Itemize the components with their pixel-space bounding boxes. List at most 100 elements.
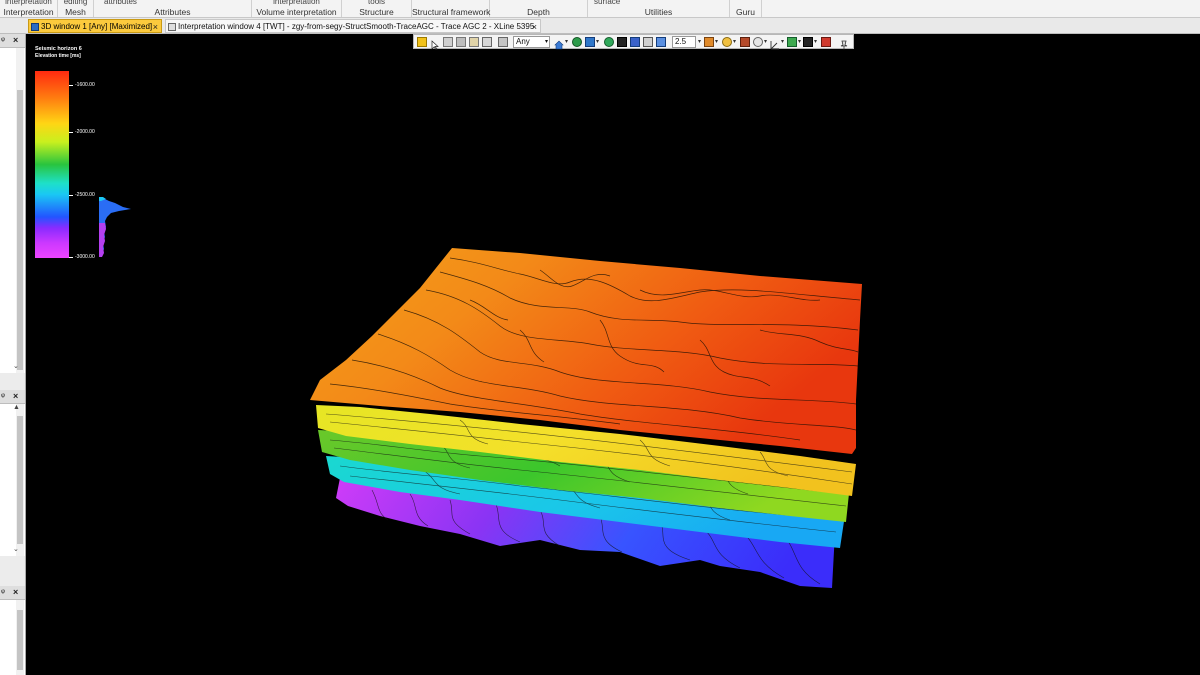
home-view-icon[interactable] [554,37,564,50]
binoculars-icon[interactable] [617,37,627,47]
axis-icon[interactable] [770,37,780,50]
colorbar [35,71,69,258]
view-direction-icon[interactable] [572,37,582,47]
ribbon: interpretation Interpretation editing Me… [0,0,1200,18]
ribbon-group-label: Attributes [154,7,191,17]
panel-2-body: ▲ ⌄ [0,404,25,556]
ribbon-group-label: Guru [736,7,755,17]
ribbon-group-label: Depth [527,7,550,17]
legend-title: Seismic horizon 6 [35,46,82,52]
viewer-toolbar: Any ▾ ▾ ▾ 2.5 ▾ ▾ ▾ ▾ ▾ ▾ ▾ [413,34,854,50]
face-icon[interactable] [722,37,732,47]
player-icon[interactable] [740,37,750,47]
color-icon[interactable] [753,37,763,47]
legend-subtitle: Elevation time [ms] [35,53,81,59]
panel-3-body [0,600,25,675]
legend-tick [69,85,73,86]
close-icon[interactable]: × [13,587,18,597]
legend-tick [69,132,73,133]
tab-label: 3D window 1 [Any] [Maximized] [41,22,153,31]
legend-tick [69,195,73,196]
vertical-exaggeration-input[interactable]: 2.5 [672,36,696,48]
close-icon[interactable]: × [153,20,158,32]
ribbon-group-utilities[interactable]: surface Utilities [588,0,730,17]
color-legend[interactable]: Seismic horizon 6 Elevation time [ms] -1… [33,43,143,268]
chevron-down-icon[interactable]: ▾ [698,38,701,45]
chevron-down-icon: ▾ [544,39,548,45]
chevron-down-icon[interactable]: ▾ [565,38,568,45]
legend-histogram [99,197,131,257]
record-icon[interactable] [821,37,831,47]
target-icon[interactable] [604,37,614,47]
panel-3-scrollbar[interactable] [16,600,24,675]
legend-tick-label: -1600.00 [75,82,95,88]
tab-interpretation-window-4[interactable]: Interpretation window 4 [TWT] - zgy-from… [165,19,541,33]
close-icon[interactable]: × [13,35,18,45]
camera-view-icon[interactable] [630,37,640,47]
scrollbar-thumb[interactable] [17,416,23,544]
ribbon-group-mesh[interactable]: editing Mesh [58,0,94,17]
pin-icon[interactable]: ᵠ [1,35,5,45]
ribbon-group-attributes[interactable]: attributes Attributes [94,0,252,17]
close-icon[interactable]: × [13,391,18,401]
app-window: interpretation Interpretation editing Me… [0,0,1200,675]
ribbon-group-label: Interpretation [3,7,54,17]
tab-3d-window-1[interactable]: 3D window 1 [Any] [Maximized] × [28,19,162,33]
ribbon-group-label: Structural framework [412,7,491,17]
chevron-down-icon[interactable]: ▾ [798,38,801,45]
ribbon-group-depth[interactable]: Depth [490,0,588,17]
chevron-down-icon[interactable]: ▾ [764,38,767,45]
fit-view-icon[interactable] [585,37,595,47]
cube-view-icon[interactable] [643,37,653,47]
ribbon-group-volume-interpretation[interactable]: interpretation Volume interpretation [252,0,342,17]
pointer-icon[interactable] [430,37,440,50]
pick-icon[interactable] [443,37,453,47]
bookmark-icon[interactable] [469,37,479,47]
legend-tick [69,257,73,258]
window-icon[interactable] [787,37,797,47]
horizon-stack-render[interactable] [26,49,1200,675]
ribbon-group-label: Utilities [644,7,673,17]
select-mode-icon[interactable] [417,37,427,47]
panel-1-header: ᵠ × [0,34,25,48]
scrollbar-thumb[interactable] [17,610,23,670]
legend-tick-label: -2000.00 [75,129,95,135]
chevron-up-icon[interactable]: ▲ [13,404,20,411]
ribbon-group-label: Volume interpretation [256,7,337,17]
panel-3-header: ᵠ × [0,586,25,600]
pin-icon[interactable]: ᵠ [1,587,5,597]
perspective-icon[interactable] [656,37,666,47]
ribbon-group-interpretation[interactable]: interpretation Interpretation [0,0,58,17]
chevron-down-icon[interactable]: ▾ [715,38,718,45]
zoom-region-icon[interactable] [498,37,508,47]
chevron-down-icon[interactable]: ⌄ [13,362,19,370]
screenshot-icon[interactable] [803,37,813,47]
close-icon[interactable]: × [532,20,537,32]
panel-2-scrollbar[interactable] [16,404,24,556]
tab-label: Interpretation window 4 [TWT] - zgy-from… [178,22,535,31]
light-icon[interactable] [704,37,714,47]
chevron-down-icon[interactable]: ▾ [814,38,817,45]
legend-tick-label: -3000.00 [75,254,95,260]
interpretation-window-icon [168,23,176,31]
pin-icon[interactable]: ᵠ [1,391,5,401]
left-dock: ᵠ × ⌄ ᵠ × ▲ ⌄ ᵠ × [0,34,26,675]
domain-select[interactable]: Any ▾ [513,36,550,48]
ribbon-group-structural-framework[interactable]: Structural framework [412,0,491,17]
ribbon-group-structure[interactable]: tools Structure [342,0,412,17]
pin-icon[interactable] [839,37,849,50]
ribbon-group-label: Mesh [65,7,86,17]
ribbon-group-guru[interactable]: Guru [730,0,762,17]
scrollbar-thumb[interactable] [17,90,23,370]
3d-viewport[interactable] [26,49,1200,675]
grid-icon[interactable] [482,37,492,47]
ribbon-group-label: Structure [359,7,394,17]
chevron-down-icon[interactable]: ▾ [596,38,599,45]
measure-icon[interactable] [456,37,466,47]
chevron-down-icon[interactable]: ▾ [733,38,736,45]
3d-window-icon [31,23,39,31]
legend-tick-label: -2500.00 [75,192,95,198]
chevron-down-icon[interactable]: ▾ [781,38,784,45]
panel-1-scrollbar[interactable] [16,48,24,373]
chevron-down-icon[interactable]: ⌄ [13,545,19,553]
